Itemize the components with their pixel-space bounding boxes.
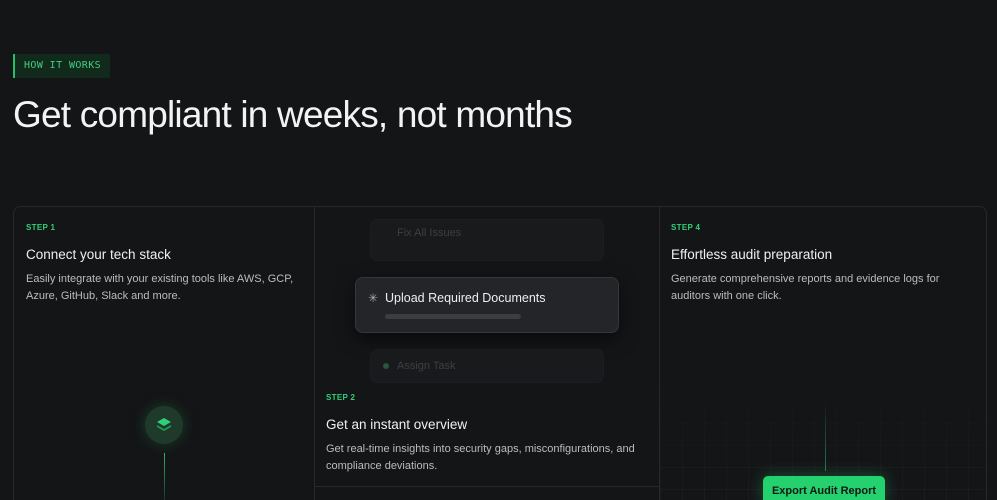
step1-label: STEP 1 (26, 223, 56, 232)
task-card-ghost-top: Fix All Issues (370, 219, 604, 261)
column-divider-right (659, 207, 660, 500)
steps-panel: STEP 1 Connect your tech stack Easily in… (13, 206, 987, 500)
step2-title: Get an instant overview (326, 417, 468, 432)
task-card-title: Upload Required Documents (385, 291, 546, 305)
step4-label: STEP 4 (671, 223, 701, 232)
section-badge: HOW IT WORKS (13, 54, 111, 78)
step4-description: Generate comprehensive reports and evide… (671, 273, 940, 302)
step4-title: Effortless audit preparation (671, 247, 833, 262)
task-card-upload-documents[interactable]: ✳ Upload Required Documents (355, 277, 619, 333)
integration-node (145, 406, 183, 444)
export-connector-line (825, 401, 826, 471)
spinner-icon: ✳ (368, 291, 379, 305)
column-divider-left (314, 207, 315, 500)
step1-title: Connect your tech stack (26, 247, 171, 262)
step2-label: STEP 2 (326, 393, 356, 402)
status-dot-icon (383, 363, 389, 369)
step2-description: Get real-time insights into security gap… (326, 443, 635, 472)
step2-bottom-divider (314, 486, 659, 487)
page-title: Get compliant in weeks, not months (13, 94, 573, 135)
task-progress-bar (385, 314, 521, 319)
export-audit-report-button[interactable]: Export Audit Report (763, 476, 885, 500)
connector-line (164, 453, 165, 500)
step1-description: Easily integrate with your existing tool… (26, 273, 294, 302)
task-card-ghost-bottom: Assign Task (370, 349, 604, 383)
layers-icon (157, 418, 171, 431)
